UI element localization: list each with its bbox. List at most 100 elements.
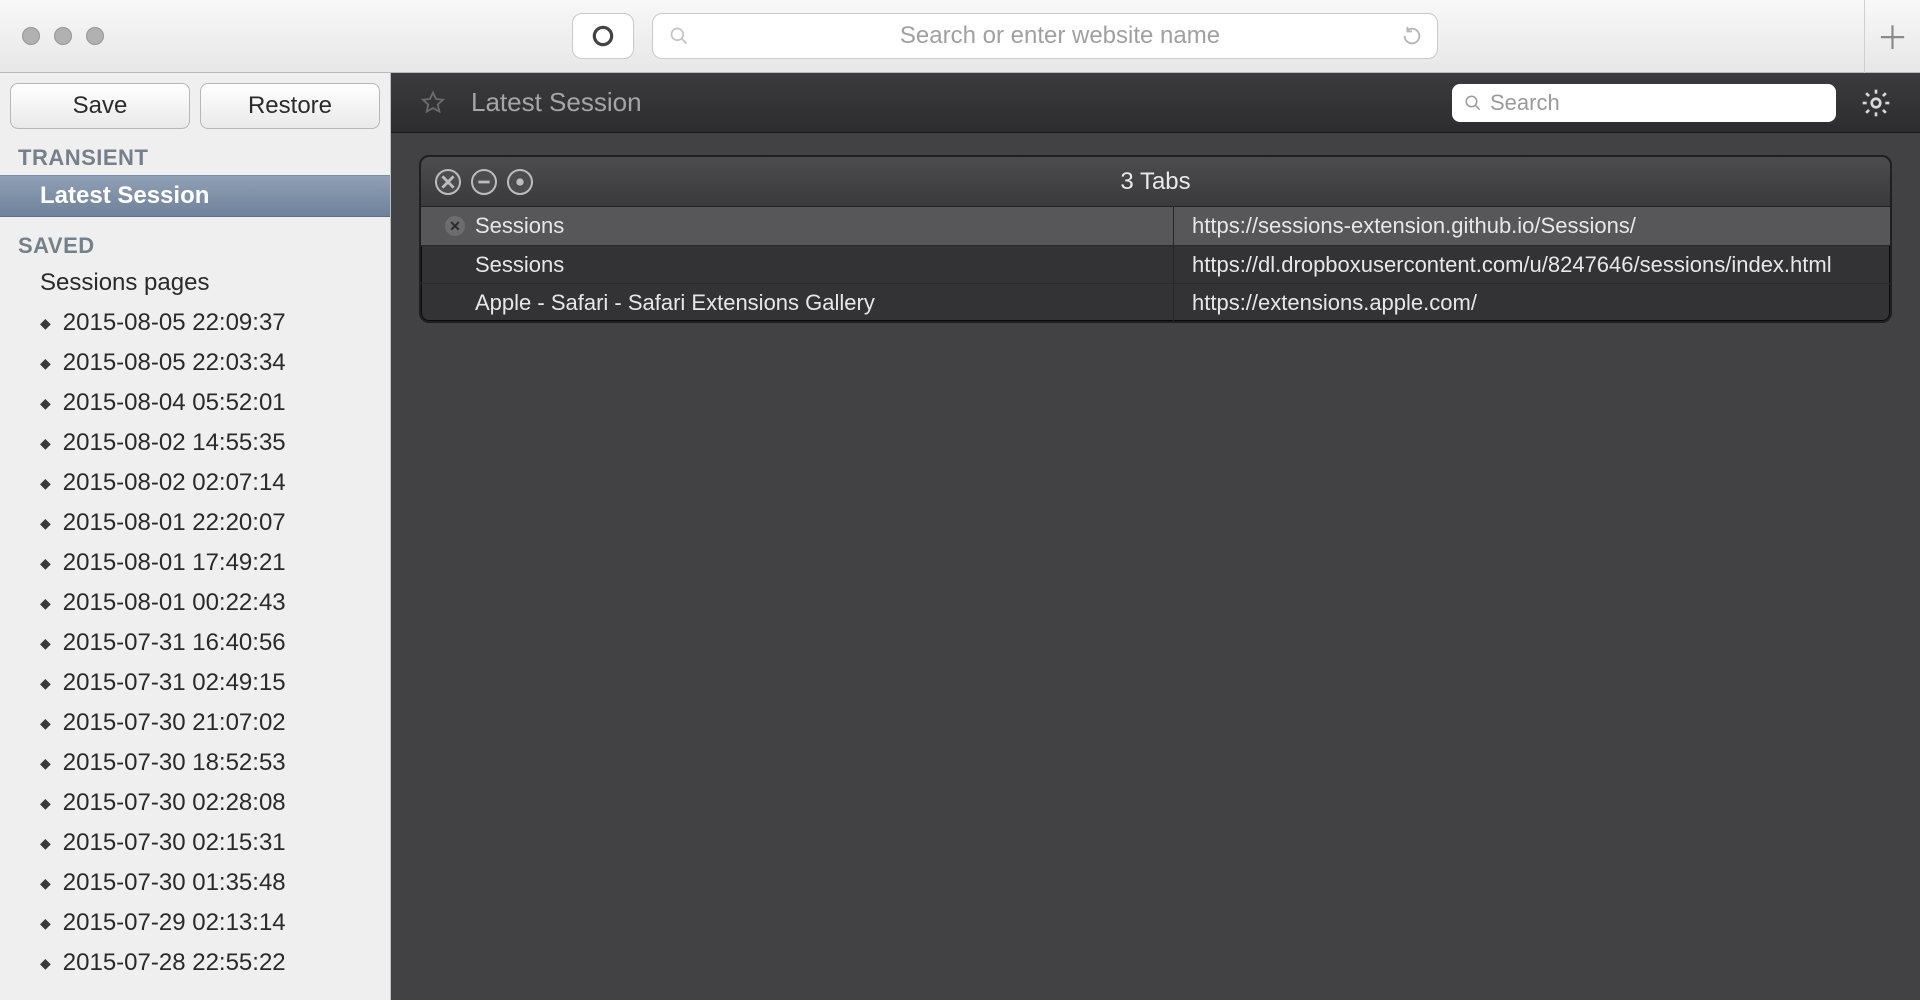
diamond-icon: ◆ — [40, 475, 51, 492]
sidebar-item-latest-session[interactable]: Latest Session — [0, 175, 390, 217]
sidebar-item-saved-session[interactable]: ◆ 2015-07-29 02:13:14 — [0, 903, 390, 943]
sidebar-item-label: 2015-08-01 00:22:43 — [63, 589, 286, 617]
panel-minimize-icon[interactable] — [471, 169, 497, 195]
sidebar-item-label: 2015-08-01 22:20:07 — [63, 509, 286, 537]
diamond-icon: ◆ — [40, 315, 51, 332]
sidebar-item-label: 2015-07-30 21:07:02 — [63, 709, 286, 737]
sidebar-item-label: 2015-07-30 02:15:31 — [63, 829, 286, 857]
sidebar-item-label: 2015-08-01 17:49:21 — [63, 549, 286, 577]
tab-title: Sessions — [475, 252, 564, 278]
column-separator — [1173, 207, 1174, 245]
sidebar-item-label: 2015-07-28 22:55:22 — [63, 949, 286, 977]
tab-title: Apple - Safari - Safari Extensions Galle… — [475, 290, 875, 316]
sidebar-item-label: 2015-08-02 14:55:35 — [63, 429, 286, 457]
diamond-icon: ◆ — [40, 595, 51, 612]
search-box[interactable]: Search — [1452, 84, 1836, 122]
sidebar-item-saved-session[interactable]: ◆ 2015-07-31 02:49:15 — [0, 663, 390, 703]
panel-close-icon[interactable] — [435, 169, 461, 195]
search-icon — [1464, 94, 1482, 112]
minimize-window-icon[interactable] — [54, 27, 72, 45]
saved-sessions-list: ◆ 2015-08-05 22:09:37 ◆ 2015-08-05 22:03:34… — [0, 303, 390, 983]
browser-toolbar: Search or enter website name ＋ — [0, 0, 1920, 73]
diamond-icon: ◆ — [40, 795, 51, 812]
column-separator — [1173, 246, 1174, 283]
diamond-icon: ◆ — [40, 955, 51, 972]
tabs-count: 3 Tabs — [421, 168, 1890, 196]
sidebar-item-saved-session[interactable]: ◆ 2015-08-05 22:03:34 — [0, 343, 390, 383]
diamond-icon: ◆ — [40, 875, 51, 892]
sidebar-item-saved-session[interactable]: ◆ 2015-07-30 02:28:08 — [0, 783, 390, 823]
diamond-icon: ◆ — [40, 355, 51, 372]
sidebar-item-saved-session[interactable]: ◆ 2015-08-02 02:07:14 — [0, 463, 390, 503]
sidebar-item-label: 2015-07-29 02:13:14 — [63, 909, 286, 937]
panel-record-icon[interactable] — [507, 169, 533, 195]
url-bar[interactable]: Search or enter website name — [652, 13, 1438, 59]
diamond-icon: ◆ — [40, 835, 51, 852]
search-icon — [669, 26, 689, 46]
sidebar-item-saved-session[interactable]: ◆ 2015-07-30 01:35:48 — [0, 863, 390, 903]
sidebar-item-label: 2015-07-31 02:49:15 — [63, 669, 286, 697]
gear-icon[interactable] — [1860, 87, 1892, 119]
window-controls — [22, 27, 104, 45]
sidebar: Save Restore TRANSIENT Latest Session SA… — [0, 73, 391, 1000]
zoom-window-icon[interactable] — [86, 27, 104, 45]
sidebar-item-label: 2015-07-30 02:28:08 — [63, 789, 286, 817]
save-button[interactable]: Save — [10, 83, 190, 129]
reload-icon[interactable] — [1401, 25, 1423, 47]
tabs-panel: 3 Tabs ✕ Sessions https://sessions-extensi… — [419, 155, 1892, 323]
section-transient-header: TRANSIENT — [0, 139, 390, 175]
sidebar-item-saved-session[interactable]: ◆ 2015-07-30 21:07:02 — [0, 703, 390, 743]
sidebar-item-label: Latest Session — [40, 182, 209, 210]
circle-icon — [590, 23, 616, 49]
content-header: Latest Session Search — [391, 73, 1920, 133]
url-placeholder: Search or enter website name — [900, 22, 1220, 49]
tab-row[interactable]: ✕ Sessions https://sessions-extension.gith… — [421, 207, 1890, 245]
sidebar-item-saved-session[interactable]: ◆ 2015-07-30 18:52:53 — [0, 743, 390, 783]
sidebar-item-saved-session[interactable]: ◆ 2015-07-28 22:55:22 — [0, 943, 390, 983]
sidebar-item-label: 2015-08-05 22:09:37 — [63, 309, 286, 337]
sidebar-item-saved-session[interactable]: ◆2015-07-31 16:40:56 — [0, 623, 390, 663]
tab-url: https://sessions-extension.github.io/Ses… — [1182, 213, 1876, 239]
extension-toolbar-button[interactable] — [572, 13, 634, 59]
sidebar-item-saved-session[interactable]: ◆ 2015-08-04 05:52:01 — [0, 383, 390, 423]
search-placeholder: Search — [1490, 90, 1560, 116]
sidebar-item-saved-session[interactable]: ◆ 2015-08-02 14:55:35 — [0, 423, 390, 463]
tabs-panel-header: 3 Tabs — [421, 157, 1890, 207]
close-tab-icon[interactable]: ✕ — [445, 216, 465, 236]
section-saved-header: SAVED — [0, 227, 390, 263]
tab-row[interactable]: ✕Apple - Safari - Safari Extensions Gall… — [421, 283, 1890, 321]
diamond-icon: ◆ — [40, 675, 51, 692]
restore-button[interactable]: Restore — [200, 83, 380, 129]
page-title: Latest Session — [471, 87, 642, 118]
sidebar-item-saved-session[interactable]: ◆ 2015-08-01 22:20:07 — [0, 503, 390, 543]
sidebar-item-saved-session[interactable]: ◆ 2015-08-01 00:22:43 — [0, 583, 390, 623]
sidebar-item-saved-session[interactable]: ◆ 2015-07-30 02:15:31 — [0, 823, 390, 863]
tab-url: https://extensions.apple.com/ — [1182, 290, 1876, 316]
sidebar-item-sessions-pages[interactable]: Sessions pages — [0, 263, 390, 303]
close-window-icon[interactable] — [22, 27, 40, 45]
diamond-icon: ◆ — [40, 515, 51, 532]
tab-title: Sessions — [475, 213, 564, 239]
diamond-icon: ◆ — [40, 395, 51, 412]
diamond-icon: ◆ — [40, 555, 51, 572]
tab-url: https://dl.dropboxusercontent.com/u/8247… — [1182, 252, 1876, 278]
sidebar-item-label: Sessions pages — [40, 269, 209, 297]
diamond-icon: ◆ — [40, 715, 51, 732]
sidebar-item-label: 2015-07-30 18:52:53 — [63, 749, 286, 777]
column-separator — [1173, 284, 1174, 321]
tabs-list: ✕ Sessions https://sessions-extension.gith… — [421, 207, 1890, 321]
sidebar-item-label: 2015-07-31 16:40:56 — [63, 629, 286, 657]
new-tab-button[interactable]: ＋ — [1864, 0, 1920, 73]
content-area: Latest Session Search — [391, 73, 1920, 1000]
sidebar-item-label: 2015-08-04 05:52:01 — [63, 389, 286, 417]
star-icon[interactable] — [419, 89, 447, 117]
sidebar-item-label: 2015-07-30 01:35:48 — [63, 869, 286, 897]
sidebar-item-label: 2015-08-02 02:07:14 — [63, 469, 286, 497]
sidebar-item-saved-session[interactable]: ◆ 2015-08-01 17:49:21 — [0, 543, 390, 583]
sidebar-item-label: 2015-08-05 22:03:34 — [63, 349, 286, 377]
tab-row[interactable]: ✕Sessionshttps://dl.dropboxusercontent.c… — [421, 245, 1890, 283]
diamond-icon: ◆ — [40, 915, 51, 932]
diamond-icon: ◆ — [40, 755, 51, 772]
diamond-icon: ◆ — [40, 435, 51, 452]
sidebar-item-saved-session[interactable]: ◆ 2015-08-05 22:09:37 — [0, 303, 390, 343]
